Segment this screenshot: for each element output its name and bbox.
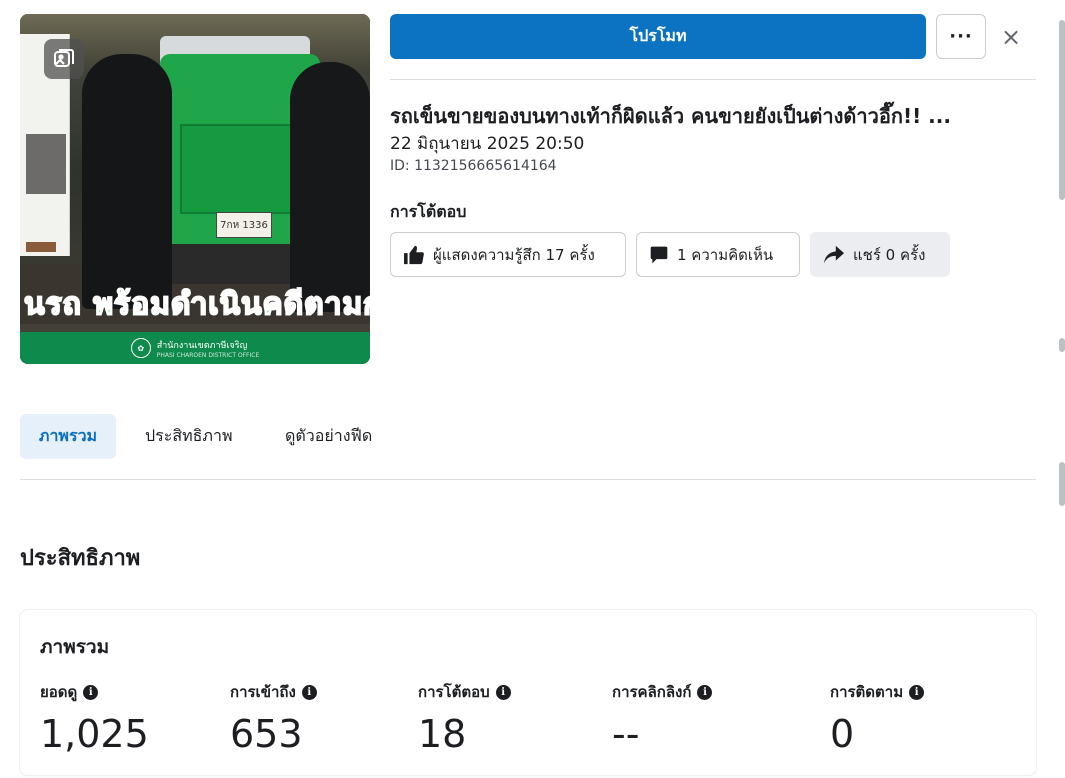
metric-value: 1,025 xyxy=(40,712,149,756)
metric-value: 653 xyxy=(230,712,303,756)
close-button[interactable]: × xyxy=(996,22,1026,52)
post-date: 22 มิถุนายน 2025 20:50 xyxy=(390,134,585,154)
metric-label: การเข้าถึง xyxy=(230,683,296,701)
post-thumbnail[interactable]: 7กห 1336 นรถ พร้อมดำเนินคดีตามกฎห ✿ สำนั… xyxy=(20,14,370,364)
officer-figure xyxy=(82,54,172,309)
scrollbar-thumb[interactable] xyxy=(1059,338,1065,352)
post-title: รถเข็นขายของบนทางเท้าก็ผิดแล้ว คนขายยังเ… xyxy=(390,104,951,128)
thumbnail-banner-text: นรถ พร้อมดำเนินคดีตามกฎห xyxy=(23,286,370,323)
metric-value: -- xyxy=(612,712,640,756)
share-icon xyxy=(824,245,844,263)
metric-label: การคลิกลิงก์ xyxy=(612,683,692,701)
metric-link-clicks: การคลิกลิงก์ i -- xyxy=(612,680,713,756)
scrollbar[interactable] xyxy=(1057,0,1065,778)
tab-overview[interactable]: ภาพรวม xyxy=(20,414,116,459)
tab-feed-preview[interactable]: ดูตัวอย่างฟีด xyxy=(271,414,386,459)
performance-heading: ประสิทธิภาพ xyxy=(20,546,141,571)
metric-label: การติดตาม xyxy=(830,683,904,701)
reactions-button[interactable]: ผู้แสดงความรู้สึก 17 ครั้ง xyxy=(390,232,626,277)
divider xyxy=(390,79,1036,80)
card-title: ภาพรวม xyxy=(40,636,110,658)
tab-performance[interactable]: ประสิทธิภาพ xyxy=(131,414,247,459)
post-id: ID: 1132156665614164 xyxy=(390,158,557,174)
engagement-heading: การโต้ตอบ xyxy=(390,202,467,221)
metric-follows: การติดตาม i 0 xyxy=(830,680,925,756)
scrollbar-thumb[interactable] xyxy=(1059,462,1065,506)
thumbnail-footer: ✿ สำนักงานเขตภาษีเจริญ PHASI CHAROEN DIS… xyxy=(20,332,370,364)
metric-reach: การเข้าถึง i 653 xyxy=(230,680,317,756)
metric-label: การโต้ตอบ xyxy=(418,683,490,701)
metric-views: ยอดดู i 1,025 xyxy=(40,680,149,756)
gallery-icon[interactable] xyxy=(44,39,84,79)
info-icon[interactable]: i xyxy=(301,684,317,700)
comment-icon xyxy=(650,246,668,263)
info-icon[interactable]: i xyxy=(697,684,713,700)
promote-button[interactable]: โปรโมท xyxy=(390,14,926,59)
close-icon: × xyxy=(1000,23,1022,51)
more-icon: ··· xyxy=(949,26,973,47)
footer-subtext: PHASI CHAROEN DISTRICT OFFICE xyxy=(156,351,260,359)
footer-text: สำนักงานเขตภาษีเจริญ xyxy=(156,340,248,351)
scrollbar-thumb[interactable] xyxy=(1059,20,1065,200)
metric-value: 18 xyxy=(418,712,467,756)
metric-engagement: การโต้ตอบ i 18 xyxy=(418,680,511,756)
comments-button[interactable]: 1 ความคิดเห็น xyxy=(636,232,800,277)
shares-button[interactable]: แชร์ 0 ครั้ง xyxy=(810,232,950,277)
metric-label: ยอดดู xyxy=(40,683,78,701)
shares-label: แชร์ 0 ครั้ง xyxy=(853,245,926,264)
comments-label: 1 ความคิดเห็น xyxy=(677,245,774,264)
license-plate: 7กห 1336 xyxy=(216,212,272,238)
metric-value: 0 xyxy=(830,712,855,756)
overview-card: ภาพรวม ยอดดู i 1,025 การเข้าถึง i 653 กา… xyxy=(20,610,1036,775)
seal-icon: ✿ xyxy=(130,338,151,358)
officer-figure xyxy=(290,62,370,312)
info-icon[interactable]: i xyxy=(495,684,511,700)
reactions-label: ผู้แสดงความรู้สึก 17 ครั้ง xyxy=(433,245,595,264)
like-icon xyxy=(404,245,424,264)
info-icon[interactable]: i xyxy=(83,684,99,700)
info-icon[interactable]: i xyxy=(909,684,925,700)
more-options-button[interactable]: ··· xyxy=(936,14,986,59)
divider xyxy=(20,479,1036,480)
